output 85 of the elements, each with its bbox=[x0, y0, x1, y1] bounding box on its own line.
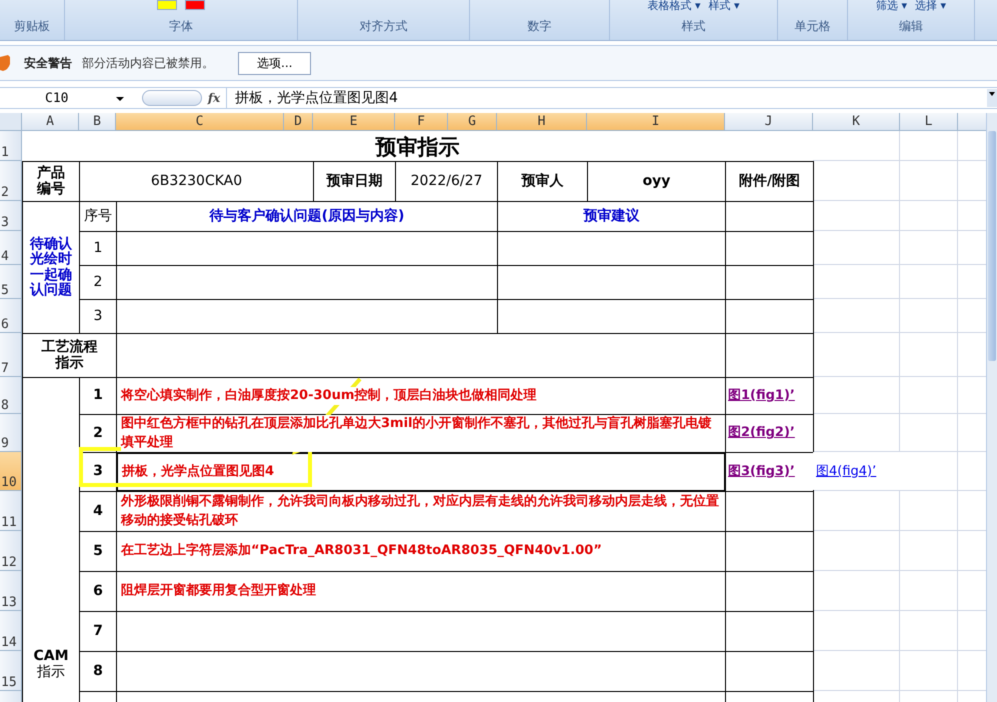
select-all-button[interactable] bbox=[0, 113, 22, 131]
row-header[interactable]: 5 bbox=[0, 265, 22, 299]
row-header[interactable]: 6 bbox=[0, 299, 22, 333]
ribbon-button[interactable]: 表格格式 ▾ bbox=[647, 0, 700, 11]
table-cell: 预审日期 bbox=[313, 161, 396, 202]
column-header[interactable]: H bbox=[497, 113, 587, 131]
options-button[interactable]: 选项... bbox=[238, 52, 312, 74]
row-header[interactable]: 13 bbox=[0, 571, 22, 611]
table-cell: 预审人 bbox=[497, 161, 588, 202]
table-cell: CAM 指示 bbox=[22, 377, 80, 702]
ribbon-group-label: 编辑 bbox=[898, 18, 924, 35]
table-cell: 待与客户确认问题(原因与内容) bbox=[116, 201, 498, 232]
row-header[interactable] bbox=[0, 691, 22, 702]
column-header[interactable]: C bbox=[116, 113, 284, 131]
table-cell: 工艺流程指示 bbox=[22, 333, 117, 378]
row-header[interactable]: 4 bbox=[0, 231, 22, 265]
ribbon-button[interactable]: 筛选 ▾ bbox=[876, 0, 907, 11]
column-header[interactable]: G bbox=[448, 113, 497, 131]
scrollbar[interactable] bbox=[986, 113, 997, 702]
hyperlink[interactable]: 图2(fig2)’ bbox=[728, 426, 795, 441]
row-header[interactable]: 1 bbox=[0, 131, 22, 161]
font-color-icon[interactable] bbox=[185, 0, 205, 10]
hyperlink[interactable]: 图1(fig1)’ bbox=[728, 388, 795, 404]
table-cell: 图中红色方框中的钻孔在顶层添加比孔单边大3mil的小开窗制作不塞孔，其他过孔与盲孔树脂塞孔电镀填平处理 bbox=[116, 414, 726, 453]
row-header[interactable]: 11 bbox=[0, 491, 22, 531]
ribbon-group-label: 对齐方式 bbox=[358, 18, 408, 35]
table-cell: 8 bbox=[79, 651, 117, 692]
row-header[interactable]: 14 bbox=[0, 611, 22, 651]
table-cell: 预审建议 bbox=[497, 201, 726, 232]
table-cell: 3 bbox=[79, 299, 117, 334]
table-cell: 外形极限削铜不露铜制作，允许我司向板内移动过孔，对应内层有走线的允许我司移动内层走线，无位置移动的接受钻孔破环 bbox=[116, 491, 726, 532]
row-header[interactable]: 8 bbox=[0, 377, 22, 414]
table-cell: 7 bbox=[79, 611, 117, 652]
table-cell: 产品编号 bbox=[22, 161, 80, 202]
row-header[interactable]: 10 bbox=[0, 452, 22, 491]
table-cell: 2 bbox=[79, 265, 117, 300]
table-cell: 拼板，光学点位置图见图4 bbox=[116, 452, 726, 492]
row-header[interactable]: 12 bbox=[0, 531, 22, 571]
row-header[interactable]: 15 bbox=[0, 651, 22, 691]
ribbon-group-label: 样式 bbox=[680, 18, 706, 35]
column-header[interactable]: B bbox=[79, 113, 116, 131]
column-header[interactable]: E bbox=[313, 113, 395, 131]
table-cell: 4 bbox=[79, 491, 117, 532]
security-warning-title: 安全警告 bbox=[24, 54, 72, 72]
row-header[interactable]: 7 bbox=[0, 333, 22, 377]
ribbon-group-label: 数字 bbox=[526, 18, 552, 35]
table-cell: 6B3230CKA0 bbox=[79, 161, 314, 202]
expand-icon[interactable] bbox=[987, 89, 997, 107]
table-cell: 1 bbox=[79, 231, 117, 266]
sheet-title: 预审指示 bbox=[22, 131, 813, 161]
ribbon-button[interactable]: 选择 ▾ bbox=[915, 0, 946, 11]
row-header[interactable]: 9 bbox=[0, 414, 22, 452]
insert-function-button[interactable]: fx bbox=[202, 91, 226, 105]
column-header[interactable]: D bbox=[284, 113, 313, 131]
splitter-handle[interactable] bbox=[142, 90, 202, 106]
table-cell: 1 bbox=[79, 377, 117, 415]
ribbon-button[interactable]: 样式 ▾ bbox=[708, 0, 740, 11]
column-header[interactable]: J bbox=[725, 113, 813, 131]
table-cell: 附件/附图 bbox=[725, 161, 814, 202]
table-cell: 阻焊层开窗都要用复合型开窗处理 bbox=[116, 571, 726, 612]
table-cell: 2022/6/27 bbox=[395, 161, 498, 202]
column-header[interactable]: L bbox=[900, 113, 958, 131]
column-header[interactable]: I bbox=[587, 113, 725, 131]
table-cell: 在工艺边上字符层添加“PacTra_AR8031_QFN48toAR8035_QFN40v1.00” bbox=[116, 531, 726, 572]
shield-icon bbox=[0, 55, 10, 71]
table-cell: 5 bbox=[79, 531, 117, 572]
row-header[interactable]: 2 bbox=[0, 161, 22, 201]
column-header[interactable] bbox=[958, 113, 986, 131]
table-cell: 将空心填实制作，白油厚度按20-30um控制，顶层白油块也做相同处理 bbox=[116, 377, 726, 415]
hyperlink[interactable]: 图3(fig3)’ bbox=[728, 464, 795, 480]
column-header[interactable]: F bbox=[395, 113, 448, 131]
column-header[interactable]: A bbox=[22, 113, 79, 131]
table-cell: oyy bbox=[587, 161, 726, 202]
ribbon-group-label: 单元格 bbox=[794, 18, 832, 35]
hyperlink[interactable]: 图4(fig4)’ bbox=[816, 462, 876, 480]
highlight-color-icon[interactable] bbox=[157, 0, 177, 10]
row-header[interactable]: 3 bbox=[0, 201, 22, 231]
column-header[interactable]: K bbox=[813, 113, 900, 131]
name-box[interactable]: C10 bbox=[0, 90, 130, 106]
security-warning-message: 部分活动内容已被禁用。 bbox=[82, 54, 214, 72]
table-cell: 待确认光绘时一起确认问题 bbox=[22, 201, 80, 334]
ribbon-group-label: 剪贴板 bbox=[13, 18, 51, 35]
table-cell: 序号 bbox=[79, 201, 117, 232]
table-cell: 6 bbox=[79, 571, 117, 612]
ribbon-group-label: 字体 bbox=[168, 18, 194, 35]
